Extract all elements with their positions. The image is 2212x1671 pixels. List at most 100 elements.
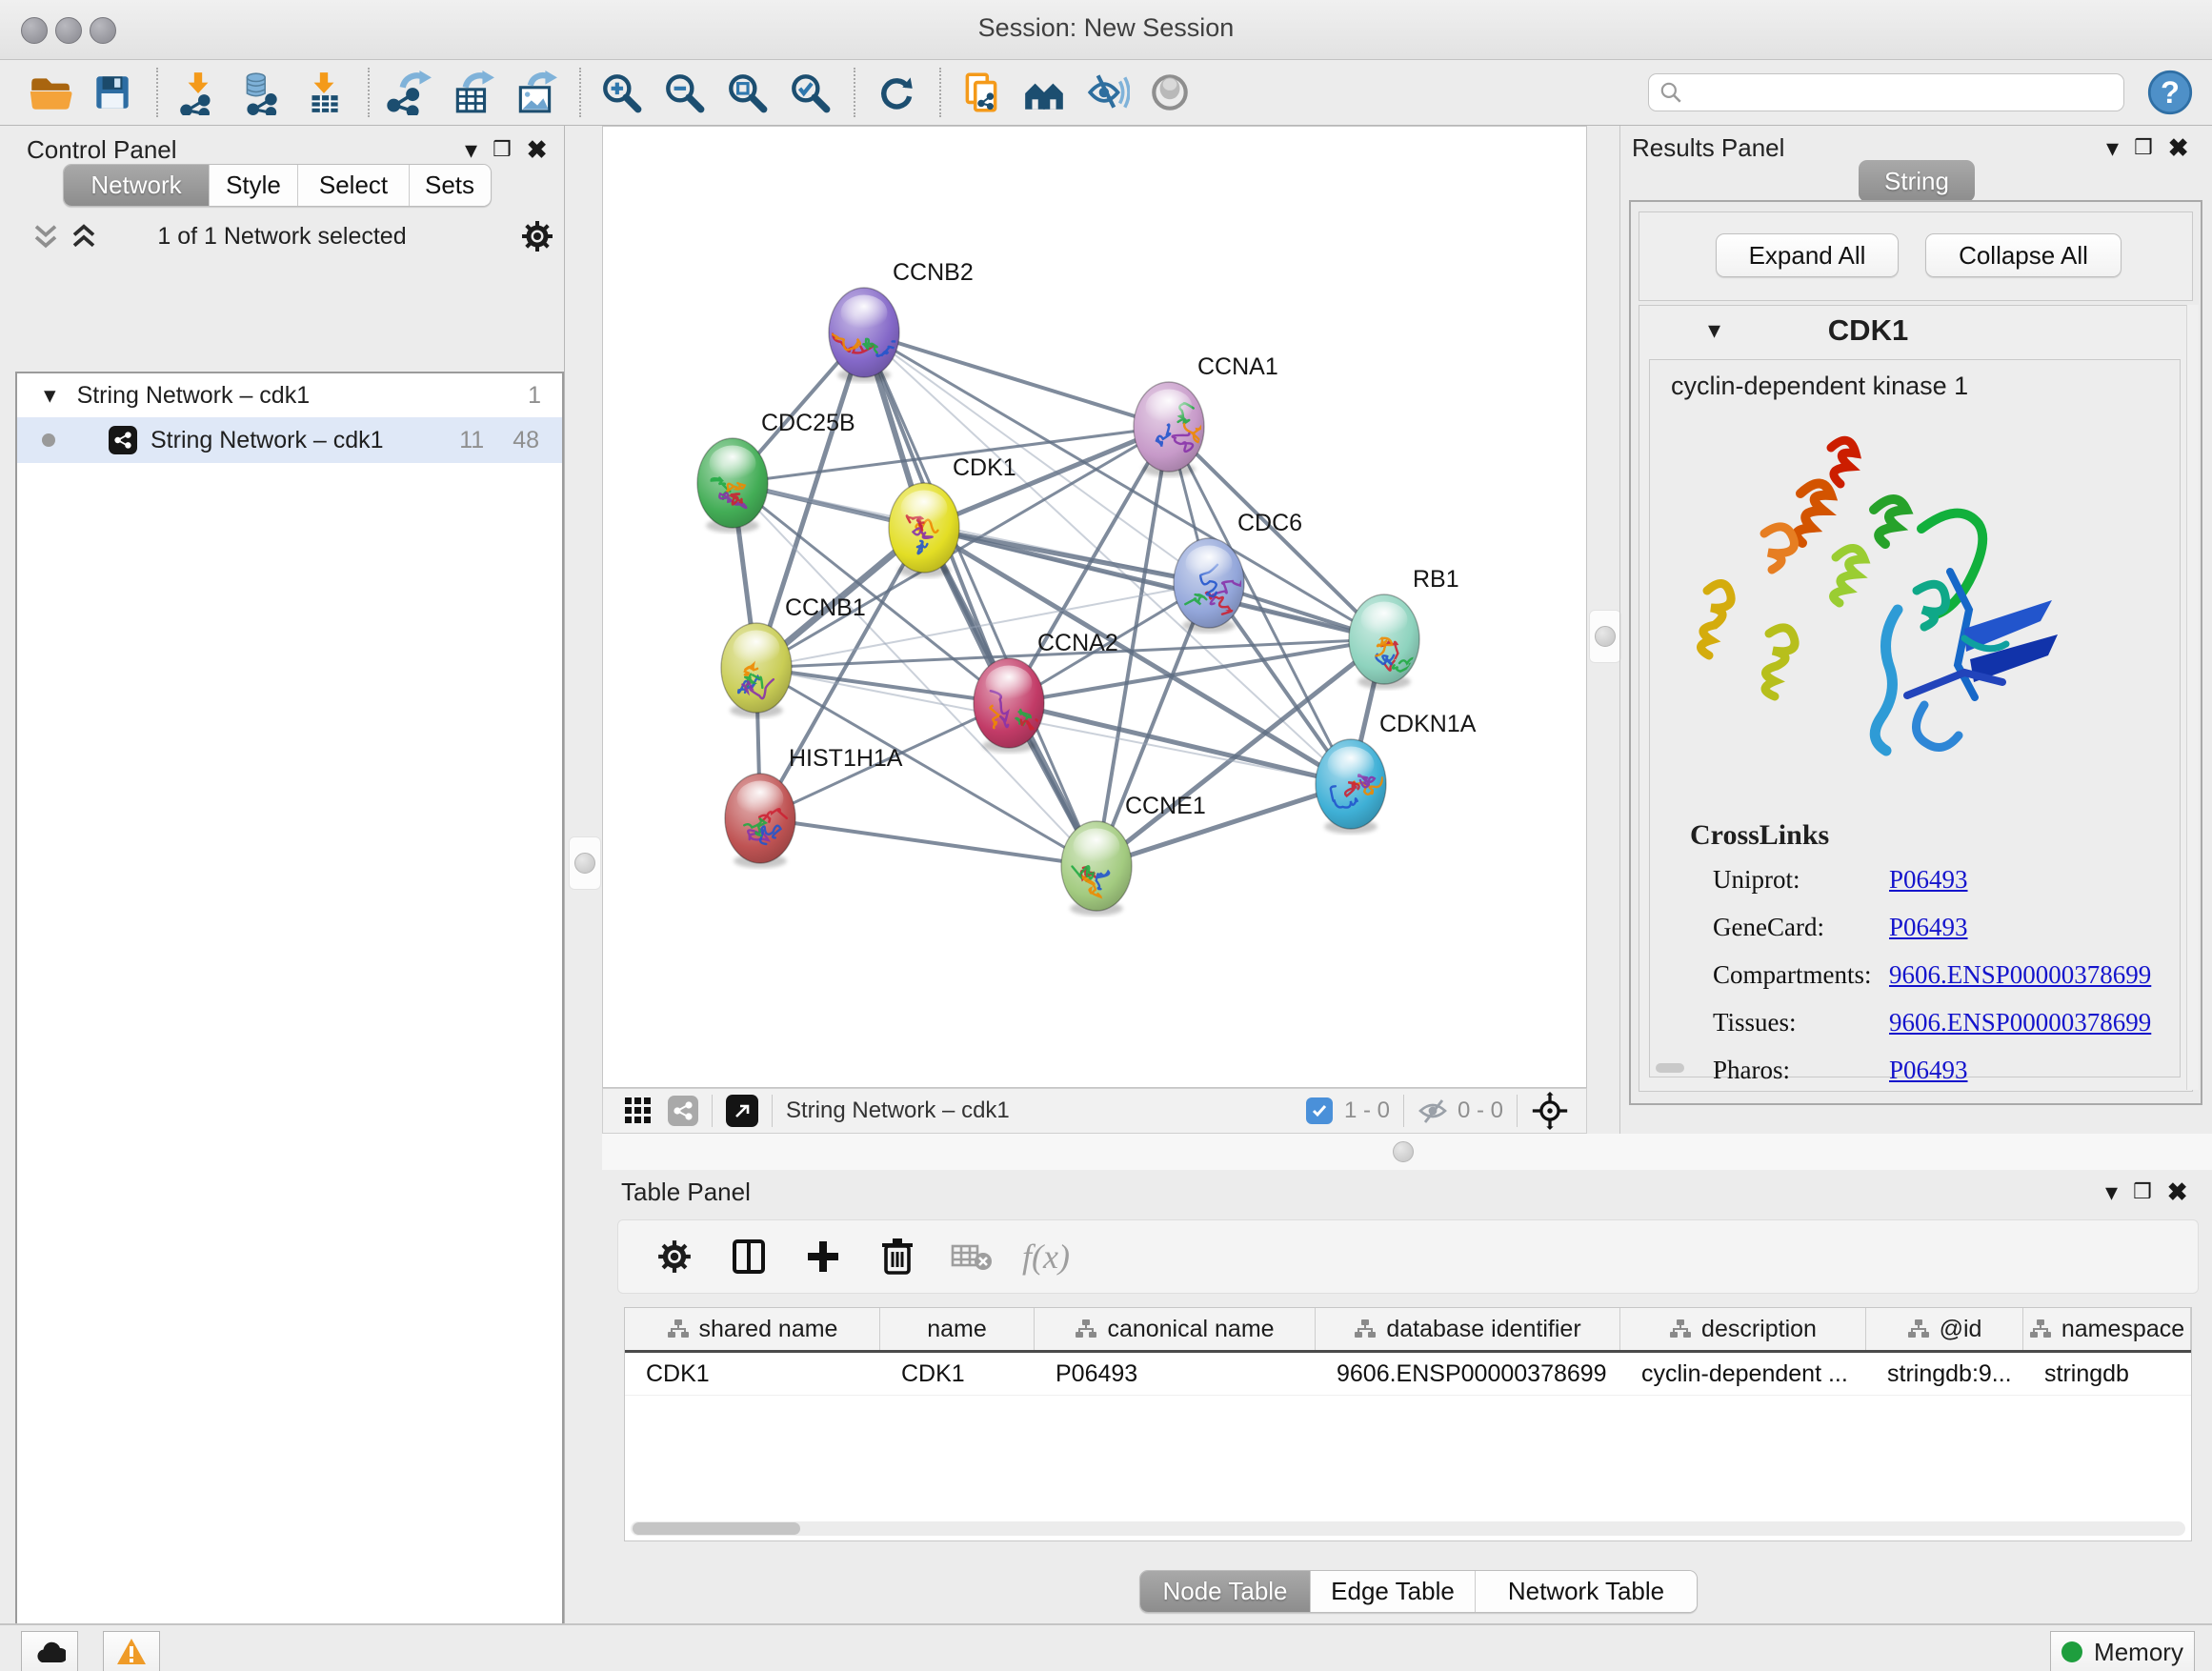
show-columns-icon[interactable] [719,1230,778,1283]
network-node-CDKN1A[interactable]: CDKN1A [1316,711,1477,834]
tab-style[interactable]: Style [209,165,297,206]
string-home-icon[interactable] [1019,68,1069,117]
network-node-CCNA1[interactable]: CCNA1 [1134,353,1278,476]
warnings-button[interactable] [103,1631,160,1671]
column-source-icon [1354,1319,1377,1339]
panel-menu-icon[interactable]: ▾ [465,137,477,162]
panel-float-icon[interactable]: ❒ [2133,1179,2152,1204]
results-hscroll-thumb[interactable] [1656,1063,1684,1073]
table-tabs: Node Table Edge Table Network Table [1139,1570,1698,1613]
network-graph[interactable]: CCNB2CCNA1CDC25BCDK1CDC6RB1CCNB1CCNA2CDK… [603,127,1586,1087]
toolbar-separator [854,68,855,117]
network-node-CCNB2[interactable]: CCNB2 [829,259,974,382]
zoom-out-icon[interactable] [659,68,709,117]
crosslink-link[interactable]: P06493 [1889,1056,1968,1085]
panel-close-icon[interactable]: ✖ [2168,135,2189,160]
crosslink-link[interactable]: 9606.ENSP00000378699 [1889,1008,2151,1037]
left-splitter-handle[interactable] [569,836,601,890]
collection-label: String Network – cdk1 [77,382,311,410]
zoom-selected-icon[interactable] [785,68,835,117]
open-session-icon[interactable] [25,68,74,117]
duplicate-page-icon[interactable] [956,68,1006,117]
hide-enhanced-labels-icon[interactable] [1082,68,1132,117]
column-header-description[interactable]: description [1620,1308,1866,1350]
crosslink-link[interactable]: 9606.ENSP00000378699 [1889,960,2151,990]
network-row-label: String Network – cdk1 [151,427,384,454]
tab-sets[interactable]: Sets [409,165,490,206]
global-search-box[interactable] [1648,73,2124,111]
results-vscroll-track[interactable] [2186,305,2199,1090]
tab-edge-table[interactable]: Edge Table [1310,1571,1475,1612]
selected-checkbox-icon[interactable] [1306,1097,1333,1124]
tab-select[interactable]: Select [297,165,409,206]
panel-float-icon[interactable]: ❒ [2134,135,2153,160]
export-network-icon[interactable] [385,68,434,117]
import-table-from-file-icon[interactable] [299,68,349,117]
network-options-gear-icon[interactable] [520,219,554,253]
right-splitter-handle[interactable] [1589,610,1621,663]
tab-network[interactable]: Network [64,165,209,206]
zoom-in-icon[interactable] [596,68,646,117]
expand-all-button[interactable]: Expand All [1716,233,1899,277]
memory-button[interactable]: Memory [2050,1631,2195,1671]
help-button[interactable]: ? [2145,68,2195,117]
column-header-namespace[interactable]: namespace [2023,1308,2191,1350]
column-source-icon [1075,1319,1097,1339]
table-panel-window-controls: ▾ ❒ ✖ [2105,1179,2188,1204]
delete-column-trash-icon[interactable] [868,1230,927,1283]
table-hscroll-thumb[interactable] [633,1522,800,1535]
birds-eye-view-icon[interactable] [624,1097,653,1125]
network-row-selected[interactable]: String Network – cdk1 11 48 [17,417,562,463]
tab-network-table[interactable]: Network Table [1475,1571,1697,1612]
application-window: Session: New Session [0,0,2212,1671]
collapse-all-button[interactable]: Collapse All [1925,233,2122,277]
panel-close-icon[interactable]: ✖ [2167,1179,2188,1204]
network-edge-count: 48 [513,427,539,454]
column-header-name[interactable]: name [880,1308,1035,1350]
panel-float-icon[interactable]: ❒ [493,137,512,162]
column-source-icon [2029,1319,2052,1339]
zoom-fit-icon[interactable] [722,68,772,117]
column-header-database-identifier[interactable]: database identifier [1316,1308,1620,1350]
crosslink-link[interactable]: P06493 [1889,913,1968,942]
network-canvas[interactable]: CCNB2CCNA1CDC25BCDK1CDC6RB1CCNB1CCNA2CDK… [602,126,1587,1088]
node-label: CCNE1 [1125,793,1206,819]
panel-menu-icon[interactable]: ▾ [2106,135,2119,160]
crosslink-label: GeneCard: [1713,913,1889,942]
network-node-CCNB1[interactable]: CCNB1 [721,594,866,717]
collection-count: 1 [528,382,541,410]
import-network-from-file-icon[interactable] [173,68,223,117]
network-collection-row[interactable]: ▾ String Network – cdk1 1 [17,373,562,417]
table-hscroll-track[interactable] [631,1521,2185,1536]
results-panel-window-controls: ▾ ❒ ✖ [2106,135,2189,160]
tab-node-table[interactable]: Node Table [1140,1571,1310,1612]
column-header--id[interactable]: @id [1866,1308,2023,1350]
protein-structure-image [1679,419,2098,800]
crosslink-link[interactable]: P06493 [1889,865,1968,895]
export-table-icon[interactable] [448,68,497,117]
glass-ball-effect-icon[interactable] [1145,68,1195,117]
refresh-network-icon[interactable] [871,68,920,117]
table-settings-gear-icon[interactable] [645,1230,704,1283]
panel-menu-icon[interactable]: ▾ [2105,1179,2118,1204]
fit-selected-crosshair-icon[interactable] [1531,1092,1569,1130]
create-column-plus-icon[interactable] [794,1230,853,1283]
search-input[interactable] [1683,78,2097,107]
network-node-RB1[interactable]: RB1 [1349,566,1459,689]
network-node-HIST1H1A[interactable]: HIST1H1A [725,745,903,868]
horizontal-splitter[interactable] [602,1134,2212,1170]
panel-close-icon[interactable]: ✖ [527,137,548,162]
collection-expand-icon[interactable]: ▾ [44,381,56,410]
tab-string[interactable]: String [1859,160,1975,202]
table-row[interactable]: CDK1CDK1P064939606.ENSP00000378699cyclin… [625,1353,2191,1396]
column-source-icon [1669,1319,1692,1339]
export-image-icon[interactable] [511,68,560,117]
cloud-status-button[interactable] [21,1631,78,1671]
column-header-canonical-name[interactable]: canonical name [1035,1308,1316,1350]
import-network-from-database-icon[interactable] [236,68,286,117]
network-type-badge-icon[interactable] [668,1096,698,1126]
open-in-window-icon[interactable] [726,1095,758,1127]
save-session-icon[interactable] [88,68,137,117]
column-header-shared-name[interactable]: shared name [625,1308,880,1350]
search-icon [1659,80,1683,105]
